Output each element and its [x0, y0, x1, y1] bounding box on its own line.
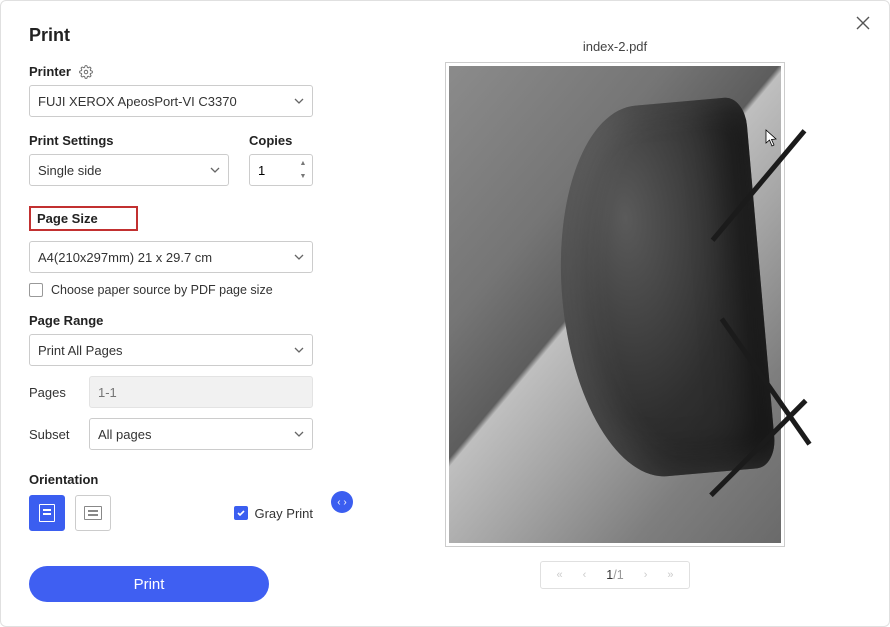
print-dialog: Print Printer FUJI XEROX ApeosPort-VI C3… [0, 0, 890, 627]
page-size-highlight: Page Size [29, 206, 313, 231]
portrait-icon [39, 504, 55, 522]
orientation-label: Orientation [29, 472, 313, 487]
pager-next-icon[interactable]: › [644, 569, 648, 581]
chevron-down-icon [294, 345, 304, 355]
gray-print-label: Gray Print [254, 506, 313, 521]
preview-panel: ‹ › index-2.pdf « ‹ 1/1 › » [341, 1, 889, 626]
page-range-label: Page Range [29, 313, 313, 328]
paper-source-label: Choose paper source by PDF page size [51, 283, 273, 297]
check-icon [236, 508, 246, 518]
subset-label: Subset [29, 427, 75, 442]
pages-label: Pages [29, 385, 75, 400]
pager-page-number: 1/1 [606, 568, 623, 582]
page-range-selected: Print All Pages [38, 343, 123, 358]
printer-label-row: Printer [29, 64, 313, 79]
subset-selected: All pages [98, 427, 151, 442]
panel-resize-handle[interactable]: ‹ › [331, 491, 353, 513]
page-size-selected: A4(210x297mm) 21 x 29.7 cm [38, 250, 212, 265]
print-settings-selected: Single side [38, 163, 102, 178]
settings-panel: Print Printer FUJI XEROX ApeosPort-VI C3… [1, 1, 341, 626]
print-settings-select[interactable]: Single side [29, 154, 229, 186]
gear-icon[interactable] [79, 65, 93, 79]
paper-source-row: Choose paper source by PDF page size [29, 283, 313, 297]
subset-select[interactable]: All pages [89, 418, 313, 450]
copies-label: Copies [249, 133, 313, 148]
pages-input[interactable] [89, 376, 313, 408]
preview-pager: « ‹ 1/1 › » [540, 561, 691, 589]
chevron-down-icon [294, 96, 304, 106]
dialog-title: Print [29, 25, 313, 46]
copies-step-down[interactable]: ▼ [296, 170, 310, 183]
preview-image [449, 66, 781, 543]
gray-print-checkbox[interactable] [234, 506, 248, 520]
pager-first-icon[interactable]: « [557, 569, 563, 581]
page-size-label: Page Size [29, 206, 138, 231]
close-icon[interactable] [855, 15, 871, 31]
printer-label: Printer [29, 64, 71, 79]
landscape-icon [84, 506, 102, 520]
chevron-down-icon [294, 252, 304, 262]
page-range-select[interactable]: Print All Pages [29, 334, 313, 366]
copies-step-up[interactable]: ▲ [296, 157, 310, 170]
page-size-select[interactable]: A4(210x297mm) 21 x 29.7 cm [29, 241, 313, 273]
pager-prev-icon[interactable]: ‹ [583, 569, 587, 581]
printer-select[interactable]: FUJI XEROX ApeosPort-VI C3370 [29, 85, 313, 117]
paper-source-checkbox[interactable] [29, 283, 43, 297]
copies-stepper: ▲ ▼ [296, 157, 310, 183]
pager-last-icon[interactable]: » [667, 569, 673, 581]
orientation-landscape-button[interactable] [75, 495, 111, 531]
print-settings-label: Print Settings [29, 133, 229, 148]
preview-filename: index-2.pdf [583, 39, 647, 54]
print-button[interactable]: Print [29, 566, 269, 602]
chevron-down-icon [210, 165, 220, 175]
printer-selected: FUJI XEROX ApeosPort-VI C3370 [38, 94, 237, 109]
preview-page [445, 62, 785, 547]
orientation-portrait-button[interactable] [29, 495, 65, 531]
chevron-down-icon [294, 429, 304, 439]
